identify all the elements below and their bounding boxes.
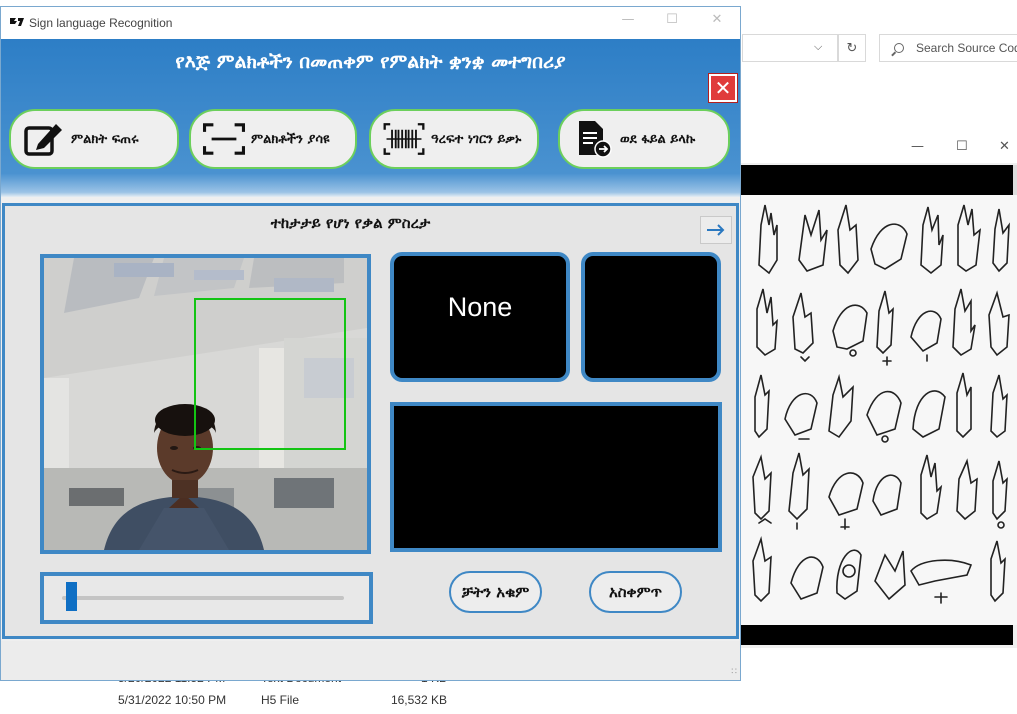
search-placeholder: Search Source Code <box>916 41 1017 55</box>
camera-feed <box>40 254 371 554</box>
nav-button-label: ወደ ፋይል ይላኩ <box>620 131 696 147</box>
sign-language-app-window: Sign language Recognition — ☐ ✕ የእጅ ምልክቶ… <box>0 6 741 681</box>
threshold-slider-box <box>40 572 373 624</box>
sign-preview-display <box>581 252 721 382</box>
chevron-down-icon[interactable]: ⌵ <box>814 40 822 54</box>
save-button[interactable]: አስቀምጥ <box>589 571 682 613</box>
export-to-file-button[interactable]: ወደ ፋይል ይላኩ <box>558 109 730 169</box>
sentence-output-display <box>390 402 722 552</box>
chart-titlebar: — ☐ ✕ <box>741 133 1017 163</box>
recognition-panel: ተከታታይ የሆነ የቃል ምስረታ None ቻትን አቁም አስቀምጥ <box>2 203 739 639</box>
scan-frame-icon <box>201 116 247 162</box>
window-title: Sign language Recognition <box>29 16 173 30</box>
status-bar: ∷ <box>1 641 740 680</box>
app-header: የእጅ ምልክቶችን በመጠቀም የምልክት ቋንቋ መተግበሪያ ✕ ምልክት… <box>1 39 740 197</box>
scan-sentence-button[interactable]: ዓረፍተ ነገርን ይቃኑ <box>369 109 539 169</box>
maximize-icon[interactable]: ☐ <box>956 139 968 154</box>
close-icon[interactable]: ✕ <box>999 139 1010 154</box>
search-icon <box>894 43 904 53</box>
section-title: ተከታታይ የሆነ የቃል ምስረታ <box>270 214 431 232</box>
minimize-icon[interactable]: — <box>911 139 924 154</box>
edit-icon <box>21 116 67 162</box>
hand-detection-box <box>194 298 346 450</box>
app-titlebar: Sign language Recognition — ☐ ✕ <box>1 7 740 39</box>
arrow-right-icon <box>707 224 725 236</box>
next-button[interactable] <box>700 216 732 244</box>
pause-button[interactable]: ቻትን አቁም <box>449 571 542 613</box>
sign-chart-window: — ☐ ✕ <box>740 133 1017 648</box>
create-sign-button[interactable]: ምልክት ፍጠሩ <box>9 109 179 169</box>
address-bar[interactable] <box>742 34 838 62</box>
chart-edge <box>1013 165 1017 195</box>
resize-grip-icon[interactable]: ∷ <box>731 667 737 677</box>
table-row[interactable]: 5/31/2022 10:50 PM H5 File 16,532 KB <box>0 690 740 710</box>
page-title: የእጅ ምልክቶችን በመጠቀም የምልክት ቋንቋ መተግበሪያ <box>175 51 566 73</box>
search-input[interactable]: Search Source Code <box>879 34 1017 62</box>
chart-black-band <box>741 625 1013 645</box>
slider-thumb[interactable] <box>66 582 78 611</box>
prediction-text: None <box>447 292 513 322</box>
file-date: 5/31/2022 10:50 PM <box>118 693 227 707</box>
nav-button-label: ዓረፍተ ነገርን ይቃኑ <box>431 131 522 147</box>
refresh-icon: ↻ <box>846 40 858 56</box>
refresh-button[interactable]: ↻ <box>838 34 866 62</box>
file-type: H5 File <box>261 693 300 707</box>
chart-black-band <box>741 165 1013 195</box>
show-signs-button[interactable]: ምልክቶችን ያሳዩ <box>189 109 357 169</box>
barcode-scan-icon <box>381 116 427 162</box>
nav-button-label: ምልክት ፍጠሩ <box>71 131 139 147</box>
close-button[interactable]: ✕ <box>710 13 724 27</box>
hand-signs-illustration <box>752 204 1010 604</box>
file-export-icon <box>570 116 616 162</box>
maximize-button[interactable]: ☐ <box>665 13 679 27</box>
hand-sign-chart-image <box>741 195 1017 625</box>
file-size: 16,532 KB <box>390 693 447 707</box>
close-app-button[interactable]: ✕ <box>708 73 738 103</box>
nav-button-label: ምልክቶችን ያሳዩ <box>251 131 330 147</box>
slider-track[interactable] <box>62 596 344 600</box>
minimize-button[interactable]: — <box>621 13 635 27</box>
app-logo-icon <box>9 16 25 31</box>
prediction-display: None <box>390 252 570 382</box>
